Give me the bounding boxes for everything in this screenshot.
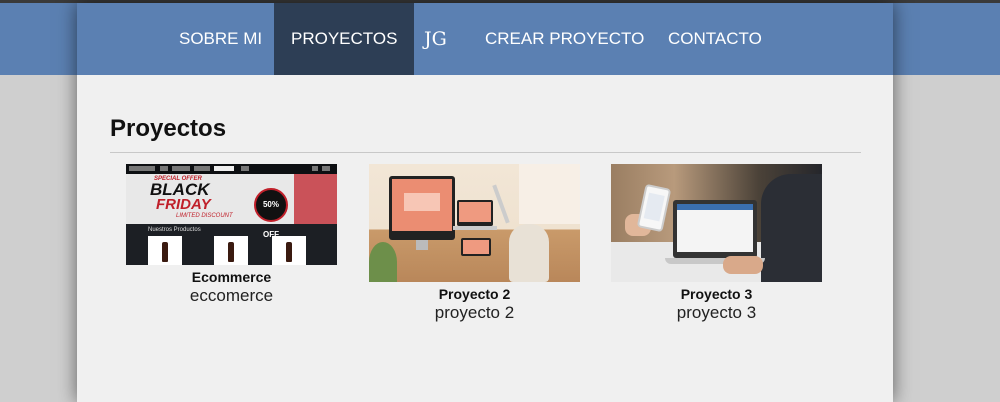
tablet-image bbox=[461, 238, 491, 256]
discount-badge: 50% OFF bbox=[254, 188, 288, 239]
chair-image bbox=[509, 224, 549, 282]
project-thumbnail[interactable]: SPECIAL OFFER BLACK FRIDAY LIMITED DISCO… bbox=[126, 164, 337, 265]
product-thumb bbox=[214, 236, 248, 265]
page-title: Proyectos bbox=[110, 115, 227, 142]
nav-item-sobre-mi[interactable]: SOBRE MI bbox=[179, 3, 262, 75]
products-heading: Nuestros Productos bbox=[148, 227, 201, 233]
product-thumb bbox=[272, 236, 306, 265]
banner-text: FRIDAY bbox=[156, 196, 211, 213]
monitor-image bbox=[389, 176, 455, 240]
project-card[interactable]: Proyecto 3 proyecto 3 bbox=[611, 164, 822, 323]
project-name: Proyecto 2 bbox=[438, 286, 511, 302]
title-divider bbox=[110, 152, 861, 153]
project-card[interactable]: Proyecto 2 proyecto 2 bbox=[369, 164, 580, 323]
project-thumbnail[interactable] bbox=[369, 164, 580, 282]
page-container: SOBRE MI PROYECTOS JG CREAR PROYECTO CON… bbox=[77, 3, 893, 402]
banner-text: LIMITED DISCOUNT bbox=[176, 213, 233, 219]
project-card[interactable]: SPECIAL OFFER BLACK FRIDAY LIMITED DISCO… bbox=[126, 164, 337, 306]
product-thumb bbox=[148, 236, 182, 265]
project-description: eccomerce bbox=[189, 286, 274, 305]
nav-item-contacto[interactable]: CONTACTO bbox=[668, 3, 762, 75]
laptop-image bbox=[673, 200, 757, 258]
nav-logo[interactable]: JG bbox=[424, 3, 447, 75]
plant-image bbox=[369, 242, 397, 282]
thumb-navbar bbox=[126, 164, 337, 174]
project-description: proyecto 3 bbox=[676, 303, 757, 322]
nav-item-crear-proyecto[interactable]: CREAR PROYECTO bbox=[485, 3, 644, 75]
project-name: Proyecto 3 bbox=[680, 286, 753, 302]
nav-item-proyectos[interactable]: PROYECTOS bbox=[274, 3, 415, 75]
project-name: Ecommerce bbox=[191, 269, 272, 285]
phone-image bbox=[636, 183, 672, 233]
project-thumbnail[interactable] bbox=[611, 164, 822, 282]
laptop-image bbox=[457, 200, 493, 226]
project-description: proyecto 2 bbox=[434, 303, 515, 322]
main-nav: SOBRE MI PROYECTOS JG CREAR PROYECTO CON… bbox=[77, 3, 893, 75]
